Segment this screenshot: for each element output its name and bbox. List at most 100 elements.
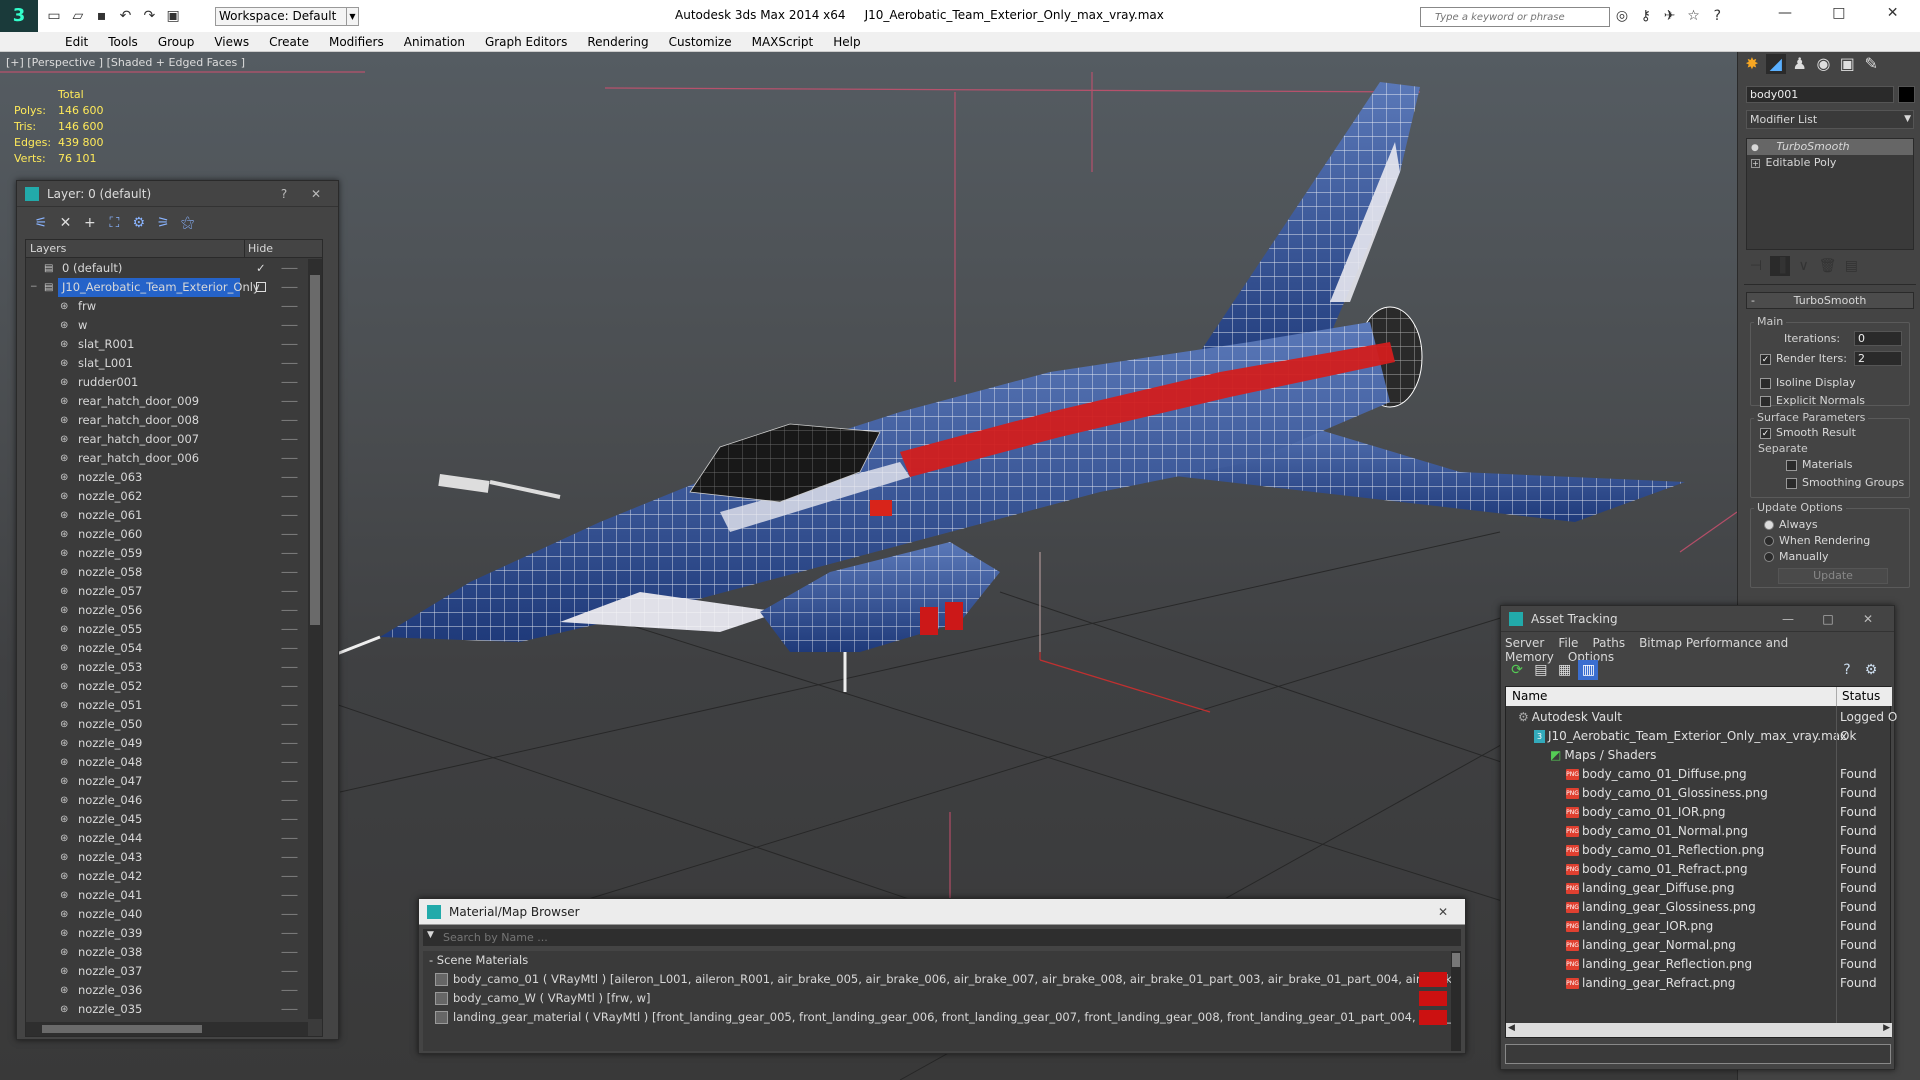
hide-toggle[interactable]: –––– bbox=[281, 430, 298, 449]
close-icon[interactable]: ✕ bbox=[298, 181, 334, 207]
menu-item-help[interactable]: Help bbox=[823, 32, 870, 52]
maximize-icon[interactable]: □ bbox=[1814, 0, 1864, 28]
pin-stack-icon[interactable]: ⊣ bbox=[1746, 256, 1766, 276]
layer-object-row[interactable]: ⊛ slat_R001 –––– bbox=[26, 335, 316, 354]
iterations-spinner[interactable]: 0 bbox=[1854, 331, 1902, 346]
hide-toggle[interactable]: –––– bbox=[281, 392, 298, 411]
hide-all-layers-icon[interactable]: ⚞ bbox=[153, 213, 173, 233]
layer-object-row[interactable]: ⊛ nozzle_056 –––– bbox=[26, 601, 316, 620]
delete-layer-icon[interactable]: ✕ bbox=[55, 213, 75, 233]
layer-list-vscrollbar[interactable] bbox=[308, 259, 322, 1019]
asset-row[interactable]: PNG body_camo_01_IOR.png Found bbox=[1506, 803, 1892, 822]
layer-object-row[interactable]: ⊛ rear_hatch_door_007 –––– bbox=[26, 430, 316, 449]
hide-toggle[interactable]: –––– bbox=[281, 620, 298, 639]
collapse-icon[interactable]: − bbox=[30, 278, 38, 297]
layer-object-row[interactable]: ⊛ nozzle_062 –––– bbox=[26, 487, 316, 506]
help-icon[interactable]: ? bbox=[266, 181, 302, 207]
layer-object-row[interactable]: ⊛ nozzle_052 –––– bbox=[26, 677, 316, 696]
layer-object-row[interactable]: ⊛ nozzle_049 –––– bbox=[26, 734, 316, 753]
scroll-right-icon[interactable]: ▶ bbox=[1883, 1023, 1890, 1033]
layer-object-row[interactable]: ⊛ nozzle_040 –––– bbox=[26, 905, 316, 924]
binoculars-icon[interactable]: ◎ bbox=[1612, 6, 1632, 26]
layer-object-row[interactable]: ⊛ nozzle_041 –––– bbox=[26, 886, 316, 905]
object-color-swatch[interactable] bbox=[1898, 86, 1915, 103]
update-manually-radio[interactable] bbox=[1764, 552, 1774, 562]
column-header-name[interactable]: Name bbox=[1512, 689, 1547, 703]
layer-object-row[interactable]: ⊛ nozzle_045 –––– bbox=[26, 810, 316, 829]
hide-toggle[interactable]: –––– bbox=[281, 772, 298, 791]
hide-toggle[interactable]: –––– bbox=[281, 658, 298, 677]
layer-object-row[interactable]: ⊛ nozzle_046 –––– bbox=[26, 791, 316, 810]
help-icon[interactable]: ? bbox=[1837, 660, 1857, 680]
hide-toggle[interactable]: –––– bbox=[281, 449, 298, 468]
menu-item-group[interactable]: Group bbox=[148, 32, 205, 52]
hide-toggle[interactable]: –––– bbox=[281, 715, 298, 734]
active-layer-check-icon[interactable]: ✓ bbox=[256, 259, 266, 278]
search-input[interactable] bbox=[1421, 8, 1609, 26]
layer-panel-header[interactable]: Layer: 0 (default) ? ✕ bbox=[17, 181, 338, 207]
maximize-icon[interactable]: □ bbox=[1810, 606, 1846, 632]
asset-row[interactable]: PNG body_camo_01_Glossiness.png Found bbox=[1506, 784, 1892, 803]
column-header-hide[interactable]: Hide bbox=[248, 242, 273, 255]
asset-row[interactable]: ⚙ Autodesk Vault Logged O bbox=[1506, 708, 1897, 727]
layer-object-row[interactable]: ⊛ rear_hatch_door_009 –––– bbox=[26, 392, 316, 411]
close-icon[interactable]: ✕ bbox=[1425, 899, 1461, 925]
asset-tracking-header[interactable]: Asset Tracking — □ ✕ bbox=[1501, 606, 1894, 632]
menu-item-modifiers[interactable]: Modifiers bbox=[319, 32, 394, 52]
menu-item-customize[interactable]: Customize bbox=[659, 32, 742, 52]
hide-toggle[interactable]: –––– bbox=[281, 582, 298, 601]
configure-sets-icon[interactable]: ▤ bbox=[1841, 256, 1861, 276]
hide-toggle[interactable]: –––– bbox=[281, 677, 298, 696]
layer-object-row[interactable]: ⊛ nozzle_036 –––– bbox=[26, 981, 316, 1000]
select-in-layer-icon[interactable]: ⛶ bbox=[104, 213, 124, 233]
hide-toggle[interactable]: –––– bbox=[281, 316, 298, 335]
material-search-input[interactable] bbox=[443, 930, 1453, 945]
hide-toggle[interactable]: –––– bbox=[281, 544, 298, 563]
explicit-normals-checkbox[interactable] bbox=[1760, 395, 1771, 407]
menu-item-rendering[interactable]: Rendering bbox=[577, 32, 658, 52]
layer-object-row[interactable]: ⊛ rear_hatch_door_006 –––– bbox=[26, 449, 316, 468]
undo-icon[interactable]: ↶ bbox=[115, 6, 135, 26]
asset-row[interactable]: ◩ Maps / Shaders bbox=[1506, 746, 1892, 765]
menu-item-graph-editors[interactable]: Graph Editors bbox=[475, 32, 577, 52]
update-button[interactable]: Update bbox=[1778, 568, 1888, 584]
hide-toggle[interactable]: –––– bbox=[281, 810, 298, 829]
layer-object-row[interactable]: ⊛ nozzle_050 –––– bbox=[26, 715, 316, 734]
layer-object-row[interactable]: ⊛ nozzle_042 –––– bbox=[26, 867, 316, 886]
modifier-list-dropdown[interactable]: Modifier List ▼ bbox=[1746, 110, 1914, 129]
layer-object-row[interactable]: ⊛ nozzle_055 –––– bbox=[26, 620, 316, 639]
column-header-status[interactable]: Status bbox=[1842, 689, 1880, 703]
asset-row[interactable]: PNG body_camo_01_Diffuse.png Found bbox=[1506, 765, 1892, 784]
favorites-icon[interactable]: ☆ bbox=[1683, 6, 1703, 26]
hide-toggle[interactable]: –––– bbox=[281, 829, 298, 848]
subscription-icon[interactable]: ⚷ bbox=[1636, 6, 1656, 26]
lightbulb-icon[interactable]: ● bbox=[1751, 143, 1759, 153]
layer-object-row[interactable]: ⊛ slat_L001 –––– bbox=[26, 354, 316, 373]
asset-row[interactable]: PNG body_camo_01_Reflection.png Found bbox=[1506, 841, 1892, 860]
options-dropdown-icon[interactable]: ▼ bbox=[427, 930, 434, 940]
scroll-left-icon[interactable]: ◀ bbox=[1508, 1023, 1515, 1033]
layer-object-row[interactable]: ⊛ nozzle_063 –––– bbox=[26, 468, 316, 487]
asset-row[interactable]: PNG landing_gear_Reflection.png Found bbox=[1506, 955, 1892, 974]
layer-object-row[interactable]: ⊛ nozzle_037 –––– bbox=[26, 962, 316, 981]
hide-toggle[interactable]: –––– bbox=[281, 278, 298, 297]
layer-object-row[interactable]: ⊛ nozzle_035 –––– bbox=[26, 1000, 316, 1019]
hide-toggle[interactable]: –––– bbox=[281, 924, 298, 943]
hide-toggle[interactable]: –––– bbox=[281, 354, 298, 373]
layer-object-row[interactable]: ⊛ frw –––– bbox=[26, 297, 316, 316]
display-tab-icon[interactable]: ▣ bbox=[1837, 54, 1857, 74]
separate-materials-checkbox[interactable] bbox=[1786, 459, 1797, 471]
asset-row[interactable]: PNG body_camo_01_Refract.png Found bbox=[1506, 860, 1892, 879]
add-to-layer-icon[interactable]: + bbox=[80, 213, 100, 233]
minimize-icon[interactable]: — bbox=[1770, 606, 1806, 632]
menu-item-views[interactable]: Views bbox=[204, 32, 259, 52]
hide-toggle[interactable]: –––– bbox=[281, 601, 298, 620]
open-file-icon[interactable]: ▱ bbox=[68, 6, 88, 26]
thumbnail-view-icon[interactable]: ▦ bbox=[1555, 660, 1575, 680]
asset-row[interactable]: 3 J10_Aerobatic_Team_Exterior_Only_max_vr… bbox=[1506, 727, 1892, 746]
hide-toggle[interactable]: –––– bbox=[281, 411, 298, 430]
render-iters-spinner[interactable]: 2 bbox=[1854, 351, 1902, 366]
remove-modifier-icon[interactable]: 🗑 bbox=[1817, 256, 1837, 276]
hide-toggle[interactable]: –––– bbox=[281, 962, 298, 981]
freeze-all-layers-icon[interactable]: ⚝ bbox=[178, 213, 198, 233]
